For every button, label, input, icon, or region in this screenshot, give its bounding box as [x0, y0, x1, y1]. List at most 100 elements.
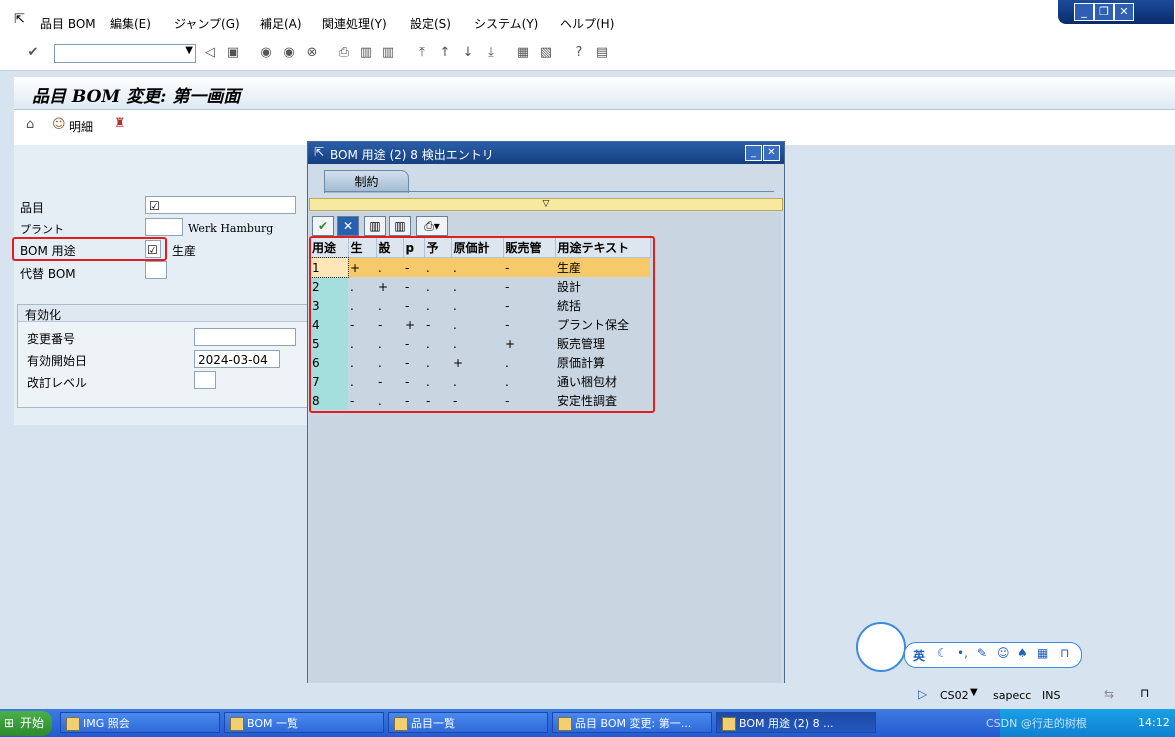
popup-minimize-button[interactable]: _	[745, 145, 762, 161]
ime-language[interactable]: 英	[913, 647, 925, 664]
revision-label: 改訂レベル	[27, 376, 88, 390]
wrench-icon[interactable]: ✎	[977, 646, 987, 660]
triangle-down-icon: ▽	[542, 199, 550, 209]
detail-button[interactable]: 明細	[69, 118, 93, 135]
expand-restrictions-bar[interactable]: ▽	[309, 198, 783, 211]
change-number-input[interactable]	[194, 328, 296, 346]
command-field[interactable]: ▼	[54, 44, 196, 63]
material-label: 品目	[20, 201, 45, 215]
menu-bar: ⇱ 品目 BOM 編集(E) ジャンプ(G) 補足(A) 関連処理(Y) 設定(…	[0, 0, 1175, 36]
bom-usage-input[interactable]: ☑	[145, 240, 161, 258]
back-icon[interactable]: ◉	[258, 45, 274, 61]
task-label: BOM 一覧	[247, 717, 298, 730]
plant-input[interactable]	[145, 218, 183, 236]
grid-icon[interactable]: ▦	[1037, 646, 1048, 660]
layout-menu-icon[interactable]: ▤	[594, 45, 610, 61]
task-bom-usage[interactable]: BOM 用途 (2) 8 ...	[716, 712, 876, 733]
print-icon[interactable]: ⎙	[336, 45, 352, 61]
change-number-label: 変更番号	[27, 332, 76, 346]
task-window-icon	[722, 717, 736, 731]
new-session-icon[interactable]: ▦	[515, 45, 531, 61]
task-label: BOM 用途 (2) 8 ...	[739, 717, 834, 730]
status-dropdown-icon[interactable]: ▼	[970, 687, 978, 698]
window-controls: _ ❐ ✕	[1058, 0, 1174, 24]
last-page-icon[interactable]: ⤓	[483, 45, 499, 61]
print-menu-icon[interactable]: ⎙▾	[416, 216, 448, 236]
confirm-icon[interactable]: ✔	[312, 216, 334, 236]
alt-bom-input[interactable]	[145, 261, 167, 279]
smiley-icon[interactable]: ☺	[997, 646, 1010, 660]
task-label: IMG 照会	[83, 717, 130, 730]
shortcut-icon[interactable]: ▧	[538, 45, 554, 61]
punctuation-icon[interactable]: •,	[957, 646, 968, 660]
valid-from-value: 2024-03-04	[198, 353, 268, 367]
menu-edit[interactable]: 編集(E)	[110, 15, 151, 32]
back-arrow-icon[interactable]: ◁	[202, 45, 218, 61]
find-icon[interactable]: ▥	[358, 45, 374, 61]
hierarchy-icon[interactable]: ⌂	[26, 117, 34, 132]
menu-icon[interactable]: ⇱	[14, 12, 25, 27]
menu-extras[interactable]: 補足(A)	[260, 15, 302, 32]
close-button[interactable]: ✕	[1114, 3, 1134, 21]
find-next-icon[interactable]: ▥	[389, 216, 411, 236]
save-icon[interactable]: ▣	[225, 45, 241, 61]
menu-environment[interactable]: 関連処理(Y)	[322, 15, 387, 32]
status-play-icon[interactable]: ▷	[918, 687, 927, 701]
task-label: 品目一覧	[411, 717, 455, 730]
start-label: 开始	[20, 716, 45, 730]
bom-usage-text: 生産	[172, 244, 197, 258]
task-bom-change[interactable]: 品目 BOM 変更: 第一...	[552, 712, 712, 733]
help-icon[interactable]: ?	[571, 45, 587, 61]
find-icon[interactable]: ▥	[364, 216, 386, 236]
enter-icon[interactable]: ✔	[25, 45, 41, 61]
menu-help[interactable]: ヘルプ(H)	[560, 15, 614, 32]
shirt-icon[interactable]: ♠	[1017, 646, 1028, 660]
tab-divider	[324, 191, 774, 192]
status-lock-icon[interactable]: ⊓	[1140, 686, 1149, 700]
menu-settings[interactable]: 設定(S)	[410, 15, 451, 32]
task-img[interactable]: IMG 照会	[60, 712, 220, 733]
menu-system[interactable]: システム(Y)	[474, 15, 538, 32]
valid-from-input[interactable]: 2024-03-04	[194, 350, 280, 368]
ime-mascot-icon[interactable]	[856, 622, 906, 672]
revision-input[interactable]	[194, 371, 216, 389]
system-tray: CSDN @行走的树根 14:12	[986, 709, 1175, 737]
first-page-icon[interactable]: ⤒	[414, 45, 430, 61]
exit-icon[interactable]: ◉	[281, 45, 297, 61]
popup-title-bar: ⇱ BOM 用途 (2) 8 検出エントリ _ ✕	[308, 142, 784, 164]
status-system: sapecc	[993, 689, 1032, 702]
status-transaction: CS02	[940, 689, 969, 702]
prev-page-icon[interactable]: ↑	[437, 45, 453, 61]
menu-goto[interactable]: ジャンプ(G)	[174, 15, 240, 32]
find-next-icon[interactable]: ▥	[380, 45, 396, 61]
bom-usage-value: ☑	[147, 243, 158, 257]
next-page-icon[interactable]: ↓	[460, 45, 476, 61]
popup-close-button[interactable]: ✕	[763, 145, 780, 161]
task-bom-list[interactable]: BOM 一覧	[224, 712, 384, 733]
chevron-down-icon[interactable]: ▼	[185, 45, 193, 56]
detail-icon[interactable]: ☺	[52, 117, 66, 132]
start-button[interactable]: ⊞ 开始	[0, 711, 52, 736]
task-window-icon	[66, 717, 80, 731]
menu-bom[interactable]: 品目 BOM	[40, 15, 96, 32]
cancel-icon[interactable]: ✕	[337, 216, 359, 236]
popup-toolbar: ✔ ✕ ▥ ▥ ⎙▾	[309, 214, 781, 236]
task-material-list[interactable]: 品目一覧	[388, 712, 548, 733]
effectivity-title: 有効化	[25, 308, 62, 322]
hat-icon[interactable]: ♜	[114, 116, 126, 131]
clock: 14:12	[1138, 716, 1170, 729]
page-title: 品目 BOM 変更: 第一画面	[32, 87, 241, 107]
lock-icon[interactable]: ⊓	[1060, 646, 1069, 660]
status-connection-icon: ⇆	[1104, 687, 1115, 701]
tab-restrictions[interactable]: 制約	[324, 170, 409, 193]
status-mode: INS	[1042, 689, 1061, 702]
moon-icon[interactable]: ☾	[937, 646, 948, 660]
cancel-icon[interactable]: ⊗	[304, 45, 320, 61]
task-window-icon	[558, 717, 572, 731]
application-toolbar: ⌂ ☺ 明細 ♜	[14, 110, 1175, 145]
highlight-usage-table	[309, 236, 655, 413]
popup-title: BOM 用途 (2) 8 検出エントリ	[330, 148, 494, 162]
material-input[interactable]: ☑	[145, 196, 296, 214]
restore-button[interactable]: ❐	[1094, 3, 1114, 21]
minimize-button[interactable]: _	[1074, 3, 1094, 21]
